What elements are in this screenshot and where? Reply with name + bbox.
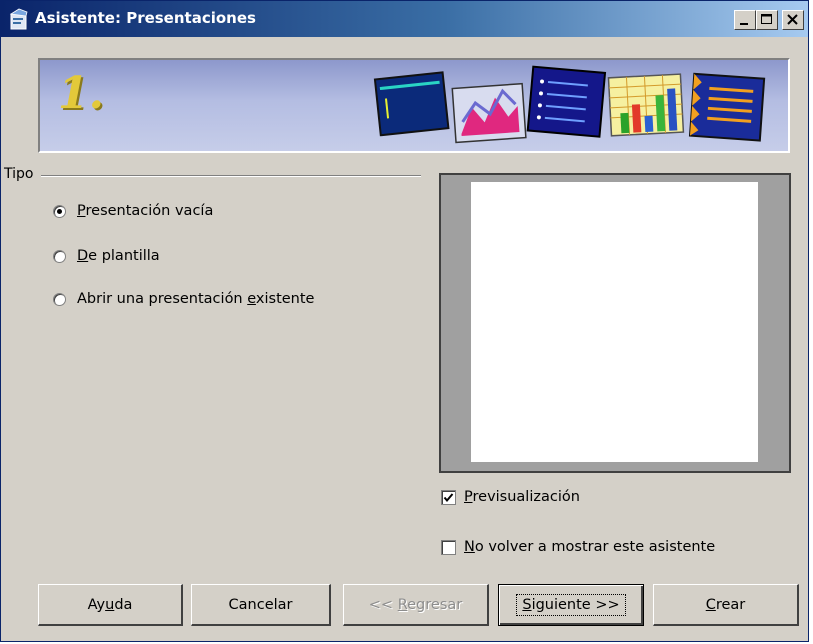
radio-blank-presentation[interactable]: Presentación vacía [53, 200, 213, 222]
checkbox-checked-icon [441, 489, 456, 505]
close-icon [787, 14, 798, 25]
checkbox-preview[interactable]: Previsualización [441, 486, 580, 508]
step-number: 1. [58, 68, 104, 119]
minimize-button[interactable] [734, 10, 756, 30]
tipo-group-divider [41, 175, 421, 177]
wizard-window: Asistente: Presentaciones 1. Tipo Presen… [0, 0, 809, 642]
minimize-icon [740, 23, 748, 25]
radio-from-template[interactable]: De plantilla [53, 245, 160, 267]
radio-open-existing[interactable]: Abrir una presentación existente [53, 288, 314, 310]
checkbox-unchecked-icon [441, 539, 456, 555]
window-title: Asistente: Presentaciones [35, 9, 256, 27]
app-icon [9, 8, 28, 30]
presentation-templates-icon [373, 65, 766, 144]
preview-slide [471, 182, 758, 462]
maximize-button[interactable] [756, 10, 778, 30]
help-button[interactable]: Ayuda [38, 584, 183, 626]
checkbox-dont-show-again[interactable]: No volver a mostrar este asistente [441, 536, 715, 558]
maximize-icon [761, 14, 772, 24]
title-bar[interactable]: Asistente: Presentaciones [1, 1, 808, 37]
close-button[interactable] [782, 10, 804, 30]
preview-pane [439, 173, 791, 473]
back-button[interactable]: << Regresar [343, 584, 489, 626]
radio-button-icon [53, 249, 66, 263]
next-button[interactable]: Siguiente >> [498, 584, 644, 626]
radio-button-icon [53, 204, 66, 218]
tipo-group-label: Tipo [4, 166, 34, 182]
wizard-banner: 1. [38, 58, 790, 153]
create-button[interactable]: Crear [653, 584, 799, 626]
radio-button-icon [53, 292, 66, 306]
cancel-button[interactable]: Cancelar [191, 584, 331, 626]
